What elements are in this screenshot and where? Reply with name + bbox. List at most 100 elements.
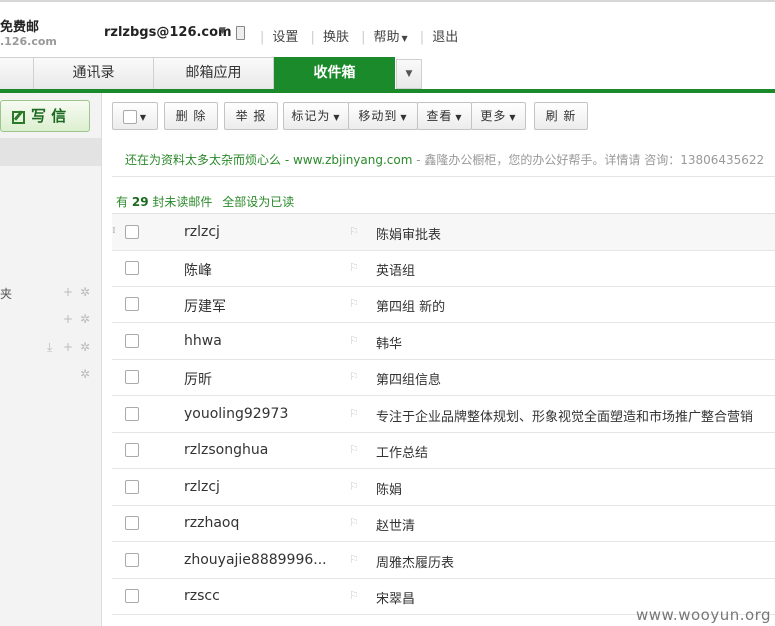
email-subject[interactable]: 工作总结 [376, 442, 428, 461]
add-icon[interactable]: + [63, 285, 73, 299]
row-checkbox[interactable] [125, 553, 139, 567]
gear-icon[interactable]: ✲ [80, 367, 90, 381]
download-icon[interactable]: ⤓ [47, 340, 52, 355]
flag-icon[interactable]: ⚐ [349, 516, 359, 529]
promo-extra: - 鑫隆办公橱柜，您的办公好帮手。详情请 咨询：13806435622 [412, 153, 765, 167]
tab-contacts[interactable]: 通讯录 [33, 57, 154, 89]
select-all-checkbox[interactable] [122, 109, 137, 124]
chevron-down-icon: ▼ [333, 113, 341, 122]
table-row[interactable]: zhouyajie8889996... ⚐ 周雅杰履历表 [112, 542, 775, 579]
email-subject[interactable]: 赵世清 [376, 515, 415, 534]
email-sender[interactable]: rzlzcj [184, 479, 220, 495]
flag-icon[interactable]: ⚐ [349, 553, 359, 566]
email-sender[interactable]: rzlzsonghua [184, 442, 268, 458]
email-subject[interactable]: 陈娟 [376, 479, 402, 498]
flag-icon[interactable]: ⚐ [349, 225, 359, 238]
help-link[interactable]: 帮助 [373, 30, 399, 45]
brand-domain: .126.com [0, 35, 57, 48]
email-subject[interactable]: 韩华 [376, 333, 402, 352]
email-sender[interactable]: hhwa [184, 333, 222, 349]
table-row[interactable]: rzlzsonghua ⚐ 工作总结 [112, 432, 775, 469]
sidebar-row[interactable]: ⤓ + ✲ [0, 340, 100, 360]
gear-icon[interactable]: ✲ [80, 312, 90, 326]
email-sender[interactable]: rzscc [184, 588, 220, 604]
refresh-button[interactable]: 刷 新 [534, 102, 588, 130]
mark-all-read-link[interactable]: 全部设为已读 [222, 195, 294, 209]
email-subject[interactable]: 第四组 新的 [376, 296, 445, 315]
drag-handle-icon[interactable]: ⁞⁞ [112, 226, 115, 236]
email-subject[interactable]: 陈娟审批表 [376, 224, 441, 243]
row-checkbox[interactable] [125, 225, 139, 239]
brand-title: 免费邮 [0, 20, 40, 35]
flag-icon[interactable]: ⚐ [349, 407, 359, 420]
tab-home[interactable] [0, 57, 34, 89]
flag-icon[interactable]: ⚐ [349, 443, 359, 456]
email-subject[interactable]: 专注于企业品牌整体规划、形象视觉全面塑造和市场推广整合营销 [376, 406, 753, 425]
flag-icon[interactable]: ⚐ [349, 480, 359, 493]
email-sender[interactable]: youoling92973 [184, 406, 288, 422]
row-checkbox[interactable] [125, 589, 139, 603]
promo-link[interactable]: 还在为资料太多太杂而烦心么 - www.zbjinyang.com [125, 153, 412, 167]
more-button[interactable]: 更多 ▼ [471, 102, 526, 130]
tab-inbox[interactable]: 收件箱 [274, 57, 395, 90]
email-sender[interactable]: 厉昕 [184, 369, 212, 389]
chevron-down-icon: ▼ [400, 113, 408, 122]
email-subject[interactable]: 宋翠昌 [376, 588, 415, 607]
row-checkbox[interactable] [125, 370, 139, 384]
email-sender[interactable]: zhouyajie8889996... [184, 552, 327, 568]
table-row[interactable]: hhwa ⚐ 韩华 [112, 323, 775, 360]
email-sender[interactable]: 陈峰 [184, 260, 212, 280]
flag-icon[interactable]: ⚐ [349, 261, 359, 274]
row-checkbox[interactable] [125, 334, 139, 348]
help-caret-icon[interactable]: ▼ [402, 34, 408, 43]
tabs-more-dropdown-icon[interactable]: ▼ [396, 59, 422, 89]
table-row[interactable]: rzzhaoq ⚐ 赵世清 [112, 505, 775, 542]
email-sender[interactable]: rzlzcj [184, 224, 220, 240]
table-row[interactable]: ⁞⁞ rzlzcj ⚐ 陈娟审批表 [112, 213, 775, 251]
flag-icon[interactable]: ⚐ [349, 297, 359, 310]
table-row[interactable]: rzlzcj ⚐ 陈娟 [112, 469, 775, 506]
row-checkbox[interactable] [125, 261, 139, 275]
compose-button[interactable]: 写 信 [0, 100, 90, 132]
table-row[interactable]: 厉建军 ⚐ 第四组 新的 [112, 286, 775, 323]
sidebar-row[interactable]: + ✲ [0, 312, 100, 332]
move-to-label: 移动到 [358, 109, 398, 123]
gear-icon[interactable]: ✲ [80, 285, 90, 299]
promo-text[interactable]: 还在为资料太多太杂而烦心么 - www.zbjinyang.com - 鑫隆办公… [125, 151, 764, 168]
report-button[interactable]: 举 报 [224, 102, 278, 130]
sidebar-row[interactable]: ✲ [0, 367, 100, 387]
delete-button[interactable]: 删 除 [164, 102, 218, 130]
mark-as-button[interactable]: 标记为 ▼ [283, 102, 349, 130]
skin-link[interactable]: 换肤 [323, 30, 349, 45]
account-email[interactable]: rzlzbgs@126.com [104, 25, 232, 40]
email-subject[interactable]: 周雅杰履历表 [376, 552, 454, 571]
table-row[interactable]: youoling92973 ⚐ 专注于企业品牌整体规划、形象视觉全面塑造和市场推… [112, 396, 775, 433]
account-caret-icon[interactable]: ▼ [219, 26, 226, 36]
row-checkbox[interactable] [125, 297, 139, 311]
add-icon[interactable]: + [63, 340, 73, 354]
email-sender[interactable]: rzzhaoq [184, 515, 239, 531]
add-icon[interactable]: + [63, 312, 73, 326]
row-checkbox[interactable] [125, 516, 139, 530]
flag-icon[interactable]: ⚐ [349, 334, 359, 347]
mobile-phone-icon[interactable] [236, 26, 245, 40]
email-subject[interactable]: 第四组信息 [376, 369, 441, 388]
row-checkbox[interactable] [125, 480, 139, 494]
view-button[interactable]: 查看 ▼ [417, 102, 472, 130]
tab-mail-apps[interactable]: 邮箱应用 [153, 57, 274, 89]
sidebar-selected-item[interactable] [0, 138, 101, 166]
flag-icon[interactable]: ⚐ [349, 370, 359, 383]
gear-icon[interactable]: ✲ [80, 340, 90, 354]
logout-link[interactable]: 退出 [432, 30, 458, 45]
email-subject[interactable]: 英语组 [376, 260, 415, 279]
row-checkbox[interactable] [125, 407, 139, 421]
row-checkbox[interactable] [125, 443, 139, 457]
move-to-button[interactable]: 移动到 ▼ [348, 102, 418, 130]
email-sender[interactable]: 厉建军 [184, 296, 226, 316]
select-all-dropdown[interactable]: ▼ [112, 102, 158, 130]
flag-icon[interactable]: ⚐ [349, 589, 359, 602]
table-row[interactable]: 厉昕 ⚐ 第四组信息 [112, 359, 775, 396]
settings-link[interactable]: 设置 [272, 30, 298, 45]
sidebar-folder-row[interactable]: 夹 + ✲ [0, 285, 100, 305]
table-row[interactable]: 陈峰 ⚐ 英语组 [112, 250, 775, 287]
